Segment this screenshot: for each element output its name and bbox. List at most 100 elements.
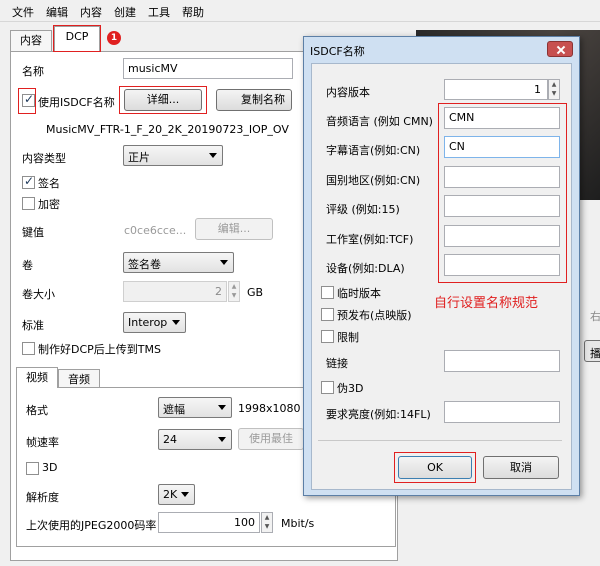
content-type-label: 内容类型	[22, 152, 66, 165]
resolution-value: 2K	[163, 488, 178, 501]
menu-file[interactable]: 文件	[12, 4, 34, 20]
use-isdcf-label: 使用ISDCF名称	[38, 96, 115, 109]
chevron-down-icon	[209, 153, 217, 158]
name-label: 名称	[22, 65, 44, 78]
menu-bar: 文件 编辑 内容 创建 工具 帮助	[0, 0, 600, 22]
badge-one: 1	[107, 31, 121, 45]
format-label: 格式	[26, 404, 48, 417]
spin-down-icon: ▼	[231, 292, 237, 299]
temp-version-checkbox[interactable]	[321, 286, 334, 299]
menu-create[interactable]: 创建	[114, 4, 136, 20]
spin-up-icon: ▲	[264, 514, 270, 521]
bitrate-unit: Mbit/s	[281, 517, 315, 530]
framerate-select[interactable]: 24	[158, 429, 232, 450]
use-best-button[interactable]: 使用最佳	[238, 428, 304, 450]
pre-release-checkbox[interactable]	[321, 308, 334, 321]
chain-input[interactable]	[444, 350, 560, 372]
framerate-label: 帧速率	[26, 436, 59, 449]
content-type-select[interactable]: 正片	[123, 145, 223, 166]
key-value: c0ce6cce...	[124, 224, 187, 237]
volume-size-label: 卷大小	[22, 288, 55, 301]
bitrate-input[interactable]: 100	[158, 512, 260, 533]
spin-down-icon: ▼	[264, 523, 270, 530]
menu-content[interactable]: 内容	[80, 4, 102, 20]
format-select[interactable]: 遮幅	[158, 397, 232, 418]
highlight-details-button	[119, 86, 207, 114]
volume-size-unit: GB	[247, 286, 264, 299]
content-type-value: 正片	[128, 151, 150, 164]
tab-content[interactable]: 内容	[10, 30, 52, 51]
volume-select[interactable]: 签名卷	[123, 252, 234, 273]
dialog-title: ISDCF名称	[310, 45, 365, 58]
resolution-label: 解析度	[26, 491, 59, 504]
volume-size-input[interactable]: 2	[123, 281, 227, 302]
spin-up-icon: ▲	[551, 81, 557, 88]
encrypt-checkbox[interactable]	[22, 197, 35, 210]
luminance-label: 要求亮度(例如:14FL)	[326, 408, 431, 421]
dcp-full-name: MusicMV_FTR-1_F_20_2K_20190723_IOP_OV	[46, 123, 289, 136]
format-value: 遮幅	[163, 403, 185, 416]
highlight-name-fields	[438, 103, 567, 283]
audio-lang-label: 音频语言 (例如 CMN)	[326, 115, 433, 128]
close-icon[interactable]	[547, 41, 573, 57]
name-input[interactable]: musicMV	[123, 58, 293, 79]
volume-label: 卷	[22, 259, 33, 272]
sign-checkbox[interactable]	[22, 174, 35, 189]
studio-label: 工作室(例如:TCF)	[326, 233, 414, 246]
luminance-input[interactable]	[444, 401, 560, 423]
upload-tms-checkbox[interactable]	[22, 342, 35, 355]
menu-edit[interactable]: 编辑	[46, 4, 68, 20]
highlight-dcp-tab	[53, 25, 101, 52]
three-d-checkbox[interactable]	[26, 462, 39, 475]
cancel-button[interactable]: 取消	[483, 456, 559, 479]
highlight-isdcf-checkbox	[18, 88, 36, 114]
tab-video[interactable]: 视频	[16, 367, 58, 388]
pre-release-label: 预发布(点映版)	[337, 309, 412, 322]
encrypt-label: 加密	[38, 198, 60, 211]
key-label: 键值	[22, 226, 44, 239]
chevron-down-icon	[218, 405, 226, 410]
standard-value: Interop	[128, 316, 168, 329]
chain-label: 链接	[326, 357, 348, 370]
facility-label: 设备(例如:DLA)	[326, 262, 405, 275]
right-radio-text: 右	[590, 310, 600, 323]
standard-select[interactable]: Interop	[123, 312, 186, 333]
tab-audio[interactable]: 音频	[58, 369, 100, 388]
spin-up-icon: ▲	[231, 283, 237, 290]
chevron-down-icon	[181, 492, 189, 497]
volume-size-spinner[interactable]: ▲ ▼	[228, 281, 240, 302]
content-version-input[interactable]: 1	[444, 79, 548, 100]
sign-label: 签名	[38, 177, 60, 190]
temp-version-label: 临时版本	[337, 287, 381, 300]
restricted-label: 限制	[337, 331, 359, 344]
format-resolution: 1998x1080	[238, 402, 301, 415]
upload-tms-label: 制作好DCP后上传到TMS	[38, 343, 161, 356]
copy-name-button[interactable]: 复制名称	[216, 89, 292, 111]
chevron-down-icon	[220, 260, 228, 265]
spin-down-icon: ▼	[551, 90, 557, 97]
two-d-version-checkbox[interactable]	[321, 381, 334, 394]
dialog-separator	[318, 440, 562, 441]
restricted-checkbox[interactable]	[321, 330, 334, 343]
highlight-ok-button	[394, 452, 476, 483]
bitrate-label: 上次使用的JPEG2000码率	[26, 519, 157, 532]
resolution-select[interactable]: 2K	[158, 484, 195, 505]
framerate-value: 24	[163, 433, 177, 446]
rating-label: 评级 (例如:15)	[326, 203, 400, 216]
chevron-down-icon	[172, 320, 180, 325]
three-d-label: 3D	[42, 461, 58, 474]
bitrate-spinner[interactable]: ▲ ▼	[261, 512, 273, 533]
content-version-label: 内容版本	[326, 86, 370, 99]
volume-value: 签名卷	[128, 258, 161, 271]
two-d-version-label: 伪3D	[337, 382, 364, 395]
standard-label: 标准	[22, 319, 44, 332]
annotation-text: 自行设置名称规范	[434, 296, 539, 311]
edit-key-button[interactable]: 编辑...	[195, 218, 273, 240]
menu-help[interactable]: 帮助	[182, 4, 204, 20]
play-button-fragment[interactable]: 播	[584, 340, 600, 362]
chevron-down-icon	[218, 437, 226, 442]
territory-label: 国别地区(例如:CN)	[326, 174, 421, 187]
content-version-spinner[interactable]: ▲ ▼	[548, 79, 560, 100]
subtitle-lang-label: 字幕语言(例如:CN)	[326, 144, 421, 157]
menu-tools[interactable]: 工具	[148, 4, 170, 20]
